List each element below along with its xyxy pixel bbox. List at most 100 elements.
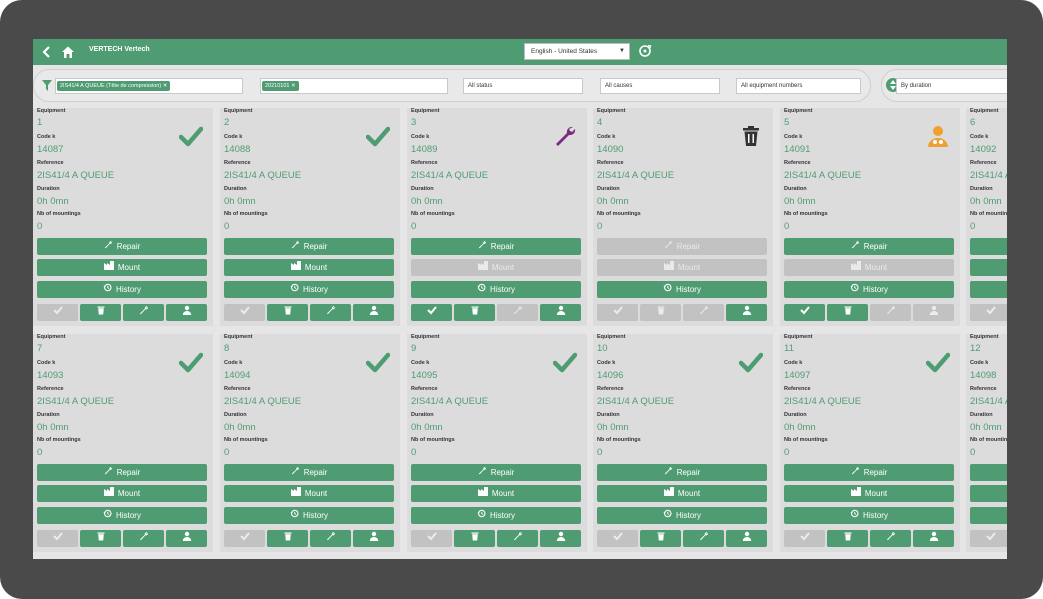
repair-button[interactable]: Repair: [224, 464, 394, 481]
history-button[interactable]: History: [411, 507, 581, 524]
doctor-action-button[interactable]: [726, 530, 767, 547]
doctor-action-button[interactable]: [726, 304, 767, 321]
history-button[interactable]: History: [597, 281, 767, 298]
doctor-action-button[interactable]: [913, 530, 954, 547]
repair-button[interactable]: Repair: [597, 464, 767, 481]
check-action-button[interactable]: [224, 530, 265, 547]
doctor-action-button[interactable]: [353, 304, 394, 321]
causes-filter[interactable]: All causes: [600, 78, 720, 94]
history-button[interactable]: History: [784, 507, 954, 524]
wrench-action-button[interactable]: [497, 304, 538, 321]
equipment-filter[interactable]: All equipment numbers: [736, 78, 861, 94]
repair-button[interactable]: Repair: [37, 238, 207, 255]
trash-action-button[interactable]: [827, 530, 868, 547]
trash-action-button[interactable]: [454, 304, 495, 321]
repair-button[interactable]: Repair: [970, 464, 1007, 481]
check-action-button[interactable]: [597, 304, 638, 321]
mount-button[interactable]: Mount: [224, 259, 394, 276]
wrench-action-button[interactable]: [310, 304, 351, 321]
doctor-action-button[interactable]: [166, 304, 207, 321]
mount-button[interactable]: Mount: [411, 259, 581, 276]
doctor-action-button[interactable]: [540, 304, 581, 321]
history-button[interactable]: History: [224, 507, 394, 524]
check-icon: [239, 532, 250, 543]
trash-icon: [470, 306, 480, 317]
repair-icon: [851, 464, 860, 481]
check-action-button[interactable]: [970, 530, 1007, 547]
mount-button[interactable]: Mount: [970, 259, 1007, 276]
trash-action-button[interactable]: [267, 530, 308, 547]
status-filter[interactable]: All status: [463, 78, 583, 94]
trash-action-button[interactable]: [454, 530, 495, 547]
repair-button[interactable]: Repair: [224, 238, 394, 255]
trash-action-button[interactable]: [640, 530, 681, 547]
mountings-value: 0: [597, 447, 603, 458]
wrench-action-button[interactable]: [870, 530, 911, 547]
check-action-button[interactable]: [37, 530, 78, 547]
repair-button-label: Repair: [863, 468, 888, 477]
check-action-button[interactable]: [224, 304, 265, 321]
history-button[interactable]: History: [224, 281, 394, 298]
reference-chip[interactable]: 2IS41/4 A QUEUE (Tête de compression) ✕: [57, 81, 171, 91]
refresh-icon[interactable]: [637, 43, 653, 59]
doctor-action-button[interactable]: [353, 530, 394, 547]
doctor-action-button[interactable]: [166, 530, 207, 547]
mount-button[interactable]: Mount: [37, 485, 207, 502]
wrench-action-button[interactable]: [683, 530, 724, 547]
reference-filter[interactable]: 2IS41/4 A QUEUE (Tête de compression) ✕: [55, 78, 243, 94]
history-button[interactable]: History: [970, 281, 1007, 298]
check-action-button[interactable]: [970, 304, 1007, 321]
check-action-button[interactable]: [597, 530, 638, 547]
filter-icon[interactable]: [42, 80, 52, 91]
repair-button[interactable]: Repair: [411, 238, 581, 255]
history-button-label: History: [490, 285, 515, 294]
repair-button[interactable]: Repair: [597, 238, 767, 255]
check-action-button[interactable]: [784, 304, 825, 321]
doctor-action-button[interactable]: [540, 530, 581, 547]
home-icon[interactable]: [60, 44, 76, 60]
date-chip[interactable]: 20210101 ✕: [262, 81, 299, 91]
check-action-button[interactable]: [411, 304, 452, 321]
close-icon[interactable]: ✕: [291, 83, 296, 89]
repair-button[interactable]: Repair: [37, 464, 207, 481]
close-icon[interactable]: ✕: [163, 83, 168, 89]
sort-select[interactable]: By duration: [896, 78, 1007, 94]
mount-button[interactable]: Mount: [37, 259, 207, 276]
wrench-action-button[interactable]: [497, 530, 538, 547]
wrench-action-button[interactable]: [123, 530, 164, 547]
history-button[interactable]: History: [37, 507, 207, 524]
wrench-action-button[interactable]: [123, 304, 164, 321]
check-action-button[interactable]: [37, 304, 78, 321]
wrench-action-button[interactable]: [310, 530, 351, 547]
wrench-action-button[interactable]: [870, 304, 911, 321]
back-icon[interactable]: [39, 44, 55, 60]
repair-button[interactable]: Repair: [411, 464, 581, 481]
repair-button[interactable]: Repair: [970, 238, 1007, 255]
trash-action-button[interactable]: [640, 304, 681, 321]
date-filter[interactable]: 20210101 ✕: [260, 78, 448, 94]
mount-button[interactable]: Mount: [411, 485, 581, 502]
trash-action-button[interactable]: [267, 304, 308, 321]
mount-button[interactable]: Mount: [597, 259, 767, 276]
history-button[interactable]: History: [411, 281, 581, 298]
repair-button[interactable]: Repair: [784, 238, 954, 255]
doctor-action-button[interactable]: [913, 304, 954, 321]
check-action-button[interactable]: [411, 530, 452, 547]
reference-label: Reference: [224, 386, 251, 392]
check-action-button[interactable]: [784, 530, 825, 547]
mount-button[interactable]: Mount: [224, 485, 394, 502]
mount-button[interactable]: Mount: [970, 485, 1007, 502]
mount-button[interactable]: Mount: [784, 485, 954, 502]
history-button[interactable]: History: [784, 281, 954, 298]
mount-button[interactable]: Mount: [597, 485, 767, 502]
repair-button[interactable]: Repair: [784, 464, 954, 481]
history-button[interactable]: History: [37, 281, 207, 298]
history-button[interactable]: History: [597, 507, 767, 524]
language-select[interactable]: English - United States ▼: [524, 43, 630, 60]
history-button[interactable]: History: [970, 507, 1007, 524]
mount-button[interactable]: Mount: [784, 259, 954, 276]
trash-action-button[interactable]: [827, 304, 868, 321]
wrench-action-button[interactable]: [683, 304, 724, 321]
trash-action-button[interactable]: [80, 304, 121, 321]
trash-action-button[interactable]: [80, 530, 121, 547]
